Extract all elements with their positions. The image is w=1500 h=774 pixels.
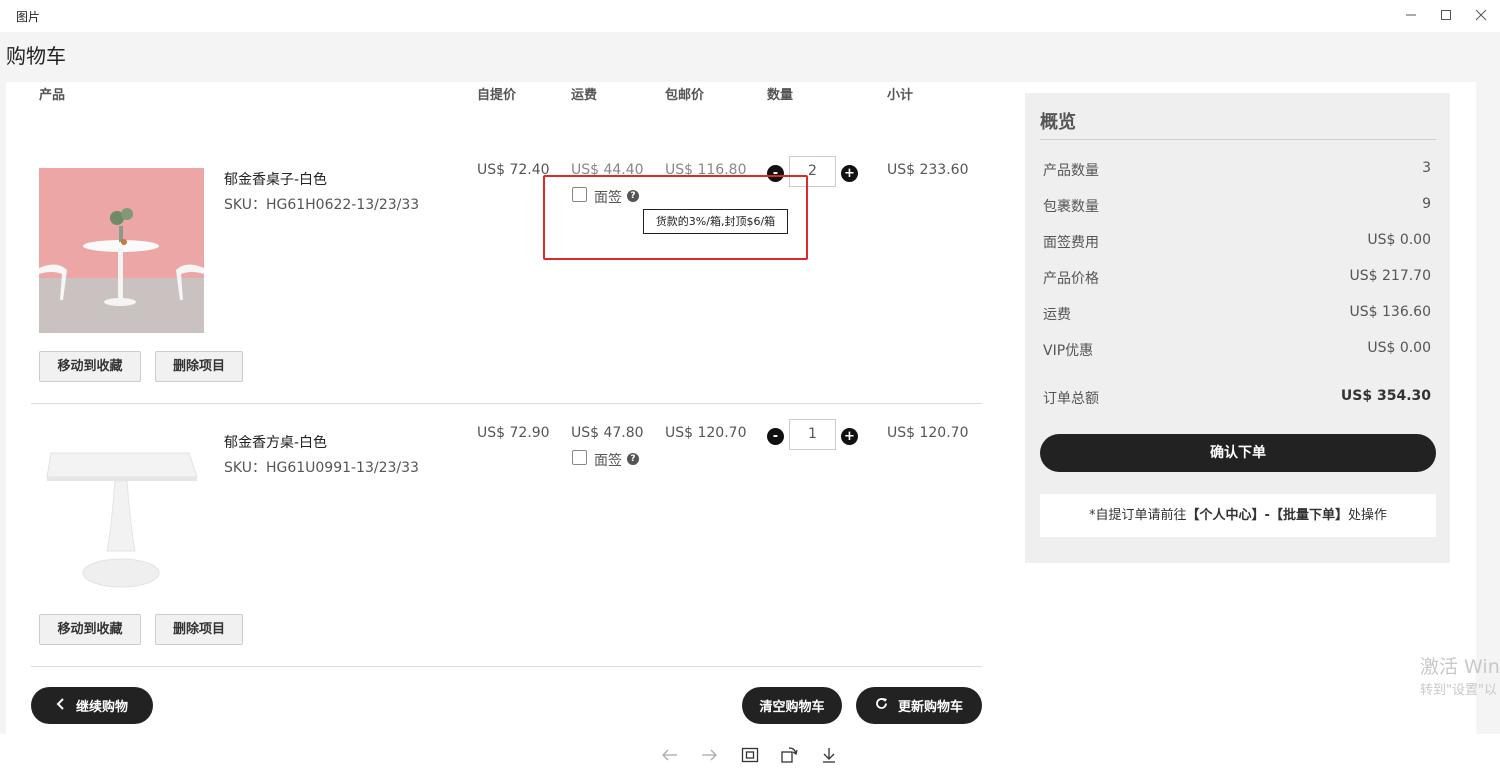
row-divider <box>31 666 982 667</box>
quantity-increase-button[interactable]: + <box>841 428 858 445</box>
pickup-price: US$ 72.90 <box>477 425 550 441</box>
summary-value: US$ 0.00 <box>1367 232 1431 248</box>
quantity-decrease-button[interactable]: - <box>767 428 784 445</box>
pickup-price: US$ 72.40 <box>477 162 550 178</box>
free-ship-price: US$ 120.70 <box>665 425 747 441</box>
header-subtotal: 小计 <box>887 88 914 103</box>
product-sku: SKU：HG61U0991-13/23/33 <box>224 460 419 476</box>
chevron-left-icon <box>56 697 66 714</box>
order-total-value: US$ 354.30 <box>1340 388 1431 404</box>
activation-watermark-sub: 转到"设置"以 <box>1420 683 1497 698</box>
rotate-icon[interactable] <box>778 744 800 766</box>
summary-value: US$ 217.70 <box>1349 268 1431 284</box>
header-free-ship-price: 包邮价 <box>665 88 705 103</box>
continue-shopping-label: 继续购物 <box>75 700 128 715</box>
update-cart-button[interactable]: 更新购物车 <box>856 687 982 724</box>
header-quantity: 数量 <box>767 88 794 103</box>
delete-item-button[interactable]: 删除项目 <box>155 614 243 645</box>
activation-watermark: 激活 Win <box>1420 656 1500 678</box>
subtotal: US$ 233.60 <box>887 162 969 178</box>
summary-label: 面签费用 <box>1043 235 1099 251</box>
bulk-order-link[interactable]: 【批量下单】 <box>1270 508 1348 523</box>
signature-checkbox[interactable] <box>572 450 587 465</box>
product-image[interactable] <box>39 431 204 596</box>
signature-tooltip: 货款的3%/箱,封顶$6/箱 <box>643 209 788 234</box>
download-icon[interactable] <box>818 744 840 766</box>
header-product: 产品 <box>39 88 66 103</box>
signature-label: 面签 <box>594 453 622 469</box>
note-prefix: *自提订单请前往 <box>1089 508 1187 523</box>
confirm-order-button[interactable]: 确认下单 <box>1040 434 1436 472</box>
move-to-favorites-button[interactable]: 移动到收藏 <box>39 614 141 645</box>
subtotal: US$ 120.70 <box>887 425 969 441</box>
update-cart-label: 更新购物车 <box>897 700 963 715</box>
clear-cart-label: 清空购物车 <box>759 700 825 715</box>
quantity-increase-button[interactable]: + <box>841 165 858 182</box>
header-shipping: 运费 <box>571 88 598 103</box>
product-image[interactable] <box>39 168 204 333</box>
row-divider <box>31 403 982 404</box>
summary-label: 产品价格 <box>1043 271 1099 287</box>
order-total-label: 订单总额 <box>1043 391 1099 407</box>
summary-label: 包裹数量 <box>1043 199 1099 215</box>
arrow-left-icon[interactable] <box>659 744 681 766</box>
shipping-price: US$ 47.80 <box>571 425 644 441</box>
summary-label: 运费 <box>1043 307 1071 323</box>
pickup-order-note: *自提订单请前往【个人中心】-【批量下单】处操作 <box>1040 494 1436 537</box>
product-name[interactable]: 郁金香方桌-白色 <box>224 432 327 452</box>
fit-screen-icon[interactable] <box>739 744 761 766</box>
quantity-input[interactable]: 1 <box>789 419 836 450</box>
maximize-icon[interactable] <box>1431 4 1461 26</box>
summary-divider <box>1040 139 1436 140</box>
product-name[interactable]: 郁金香桌子-白色 <box>224 169 327 189</box>
summary-value: US$ 136.60 <box>1349 304 1431 320</box>
delete-item-button[interactable]: 删除项目 <box>155 351 243 382</box>
viewer-toolbar <box>0 734 1500 774</box>
window-titlebar: 图片 <box>0 0 1500 32</box>
note-suffix: 处操作 <box>1347 508 1387 523</box>
summary-value: 3 <box>1422 160 1431 176</box>
arrow-right-icon[interactable] <box>698 744 720 766</box>
close-icon[interactable] <box>1466 4 1496 26</box>
app-title: 图片 <box>16 10 41 24</box>
page-title: 购物车 <box>6 44 66 68</box>
minimize-icon[interactable] <box>1396 4 1426 26</box>
clear-cart-button[interactable]: 清空购物车 <box>742 687 842 724</box>
summary-value: US$ 0.00 <box>1367 340 1431 356</box>
summary-value: 9 <box>1422 196 1431 212</box>
summary-label: VIP优惠 <box>1043 343 1094 359</box>
help-icon[interactable]: ? <box>627 453 639 465</box>
summary-label: 产品数量 <box>1043 163 1099 179</box>
header-pickup-price: 自提价 <box>477 88 517 103</box>
move-to-favorites-button[interactable]: 移动到收藏 <box>39 351 141 382</box>
summary-title: 概览 <box>1040 112 1076 133</box>
product-sku: SKU：HG61H0622-13/23/33 <box>224 197 420 213</box>
refresh-icon <box>875 697 888 714</box>
personal-center-link[interactable]: 【个人中心】 <box>1187 508 1265 523</box>
continue-shopping-button[interactable]: 继续购物 <box>31 687 153 724</box>
